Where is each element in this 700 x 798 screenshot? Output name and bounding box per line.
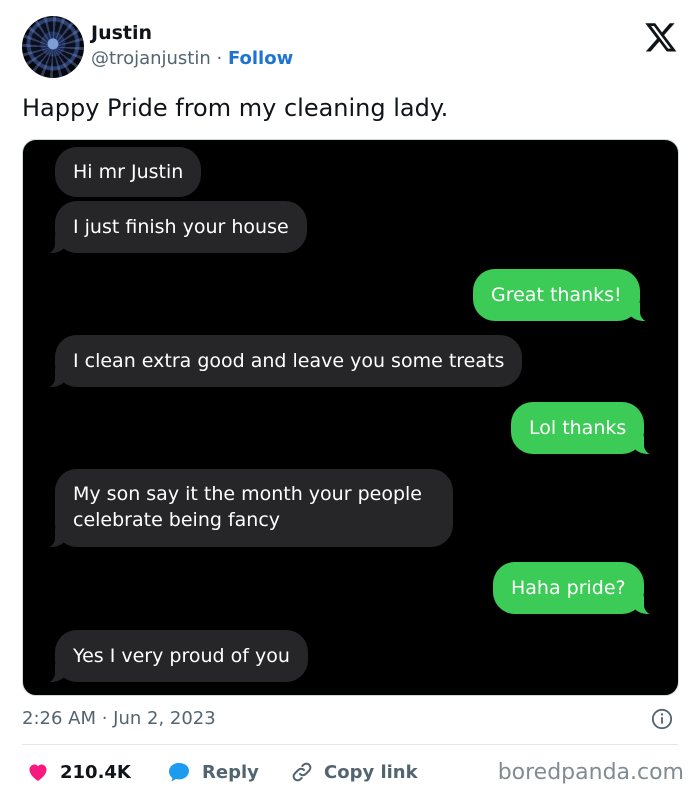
author-name[interactable]: Justin (91, 22, 152, 44)
author-handle[interactable]: @trojanjustin (91, 48, 211, 69)
info-icon[interactable] (651, 708, 673, 730)
message-incoming: Hi mr Justin (55, 147, 202, 197)
like-button[interactable]: 210.4K (26, 756, 131, 788)
author-handle-row: @trojanjustin · Follow (91, 48, 293, 69)
message-incoming: I just finish your house (43, 201, 307, 254)
follow-button[interactable]: Follow (228, 48, 293, 69)
message-screenshot: Hi mr Justin I just finish your house Gr… (22, 139, 679, 696)
divider (22, 744, 678, 745)
avatar[interactable] (22, 16, 84, 78)
tweet-timestamp[interactable]: 2:26 AM · Jun 2, 2023 (22, 708, 216, 729)
reply-bubble-icon (169, 763, 189, 782)
separator: · (210, 48, 228, 69)
message-outgoing: Great thanks! (473, 269, 652, 322)
tweet-text: Happy Pride from my cleaning lady. (22, 94, 449, 122)
copy-link-label: Copy link (324, 761, 418, 783)
link-icon (292, 762, 312, 782)
message-incoming: Yes I very proud of you (43, 630, 308, 683)
watermark: boredpanda.com (497, 760, 684, 785)
message-outgoing: Haha pride? (493, 562, 656, 615)
message-outgoing: Lol thanks (511, 402, 657, 455)
message-incoming: I clean extra good and leave you some tr… (42, 335, 523, 388)
x-logo-icon[interactable] (644, 20, 678, 54)
reply-label: Reply (202, 761, 259, 783)
like-count: 210.4K (60, 761, 131, 783)
heart-icon (29, 764, 47, 781)
tweet-header: Justin @trojanjustin · Follow (22, 16, 682, 78)
copy-link-button[interactable]: Copy link (290, 756, 418, 788)
message-incoming: My son say it the month your people cele… (43, 469, 453, 548)
reply-button[interactable]: Reply (166, 756, 259, 788)
